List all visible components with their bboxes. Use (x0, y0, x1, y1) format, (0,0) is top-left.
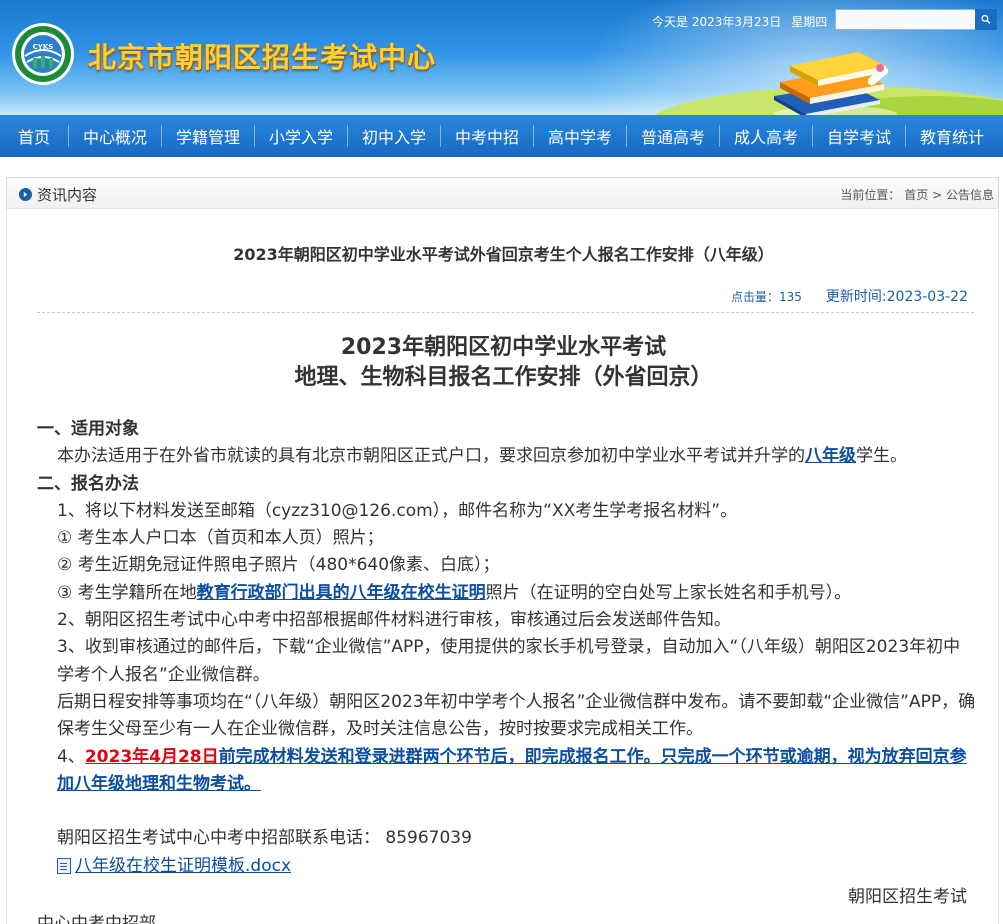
nav-item-junior-enrollment[interactable]: 初中入学 (348, 115, 440, 157)
text-run: 本办法适用于在外省市就读的具有北京市朝阳区正式户口，要求回京参加初中学业水平考试… (57, 446, 805, 467)
grade-eight-link[interactable]: 八年级 (805, 446, 856, 466)
paragraph-sub-1: ① 考生本人户口本（首页和本人页）照片； (57, 528, 384, 549)
updated-label: 更新时间: (825, 289, 887, 305)
paragraph-sub-2: ② 考生近期免冠证件照电子照片（480*640像素、白底）； (57, 555, 500, 576)
updated-date: 2023-03-22 (886, 289, 968, 305)
paragraph-item-1: 1、将以下材料发送至邮箱（cyzz310@126.com），邮件名称为“XX考生… (57, 500, 738, 521)
document-title-line2: 地理、生物科目报名工作安排（外省回京） (294, 365, 713, 390)
signature-dept: 中心中考中招部 (37, 913, 156, 924)
text-run: ③ 考生学籍所在地 (57, 582, 197, 603)
nav-item-zhongkao[interactable]: 中考中招 (441, 115, 533, 157)
breadcrumb-separator: > (932, 188, 943, 202)
article-content: 2023年朝阳区初中学业水平考试外省回京考生个人报名工作安排（八年级） 点击量：… (6, 209, 999, 924)
spacer (0, 157, 1003, 177)
hit-count-value: 135 (779, 290, 802, 304)
article-body: 一、适用对象 本办法适用于在外省市就读的具有北京市朝阳区正式户口，要求回京参加初… (37, 416, 977, 924)
hit-count: 点击量：135 (731, 290, 802, 304)
date-text: 今天是 2023年3月23日 (652, 15, 782, 29)
nav-item-home[interactable]: 首页 (0, 115, 68, 157)
site-logo[interactable]: CYKS (11, 22, 75, 86)
section-heading-method: 二、报名办法 (37, 473, 139, 494)
article-title: 2023年朝阳区初中学业水平考试外省回京考生个人报名工作安排（八年级） (233, 245, 774, 264)
nav-item-self-study-exam[interactable]: 自学考试 (813, 115, 905, 157)
text-run: 照片（在证明的空白处写上家长姓名和手机号）。 (485, 582, 852, 603)
paragraph-item-3b: 后期日程安排等事项均在“（八年级）朝阳区2023年初中学考个人报名”企业微信群中… (57, 691, 976, 740)
breadcrumb: 当前位置： 首页 > 公告信息 (840, 186, 994, 203)
nav-item-student-records[interactable]: 学籍管理 (162, 115, 254, 157)
certificate-link[interactable]: 教育行政部门出具的八年级在校生证明 (197, 583, 486, 603)
paragraph-scope: 本办法适用于在外省市就读的具有北京市朝阳区正式户口，要求回京参加初中学业水平考试… (37, 443, 977, 470)
main-nav: 首页 中心概况 学籍管理 小学入学 初中入学 中考中招 高中学考 普通高考 成人… (0, 115, 1003, 157)
hit-count-label: 点击量： (730, 290, 779, 304)
books-illustration-icon (773, 52, 897, 115)
date-display: 今天是 2023年3月23日 星期四 (652, 13, 837, 30)
text-run: 学生。 (856, 446, 907, 467)
attachment-link[interactable]: 八年级在校生证明模板.docx (57, 853, 291, 880)
search-bar (835, 9, 999, 30)
site-banner: CYKS 北京市朝阳区招生考试中心 今天是 2023年3月23日 星期四 (0, 0, 1003, 115)
dashed-divider (37, 312, 974, 313)
weekday-text: 星期四 (791, 15, 828, 29)
paragraph-item-4: 4、2023年4月28日前完成材料发送和登录进群两个环节后，即完成报名工作。只完… (37, 744, 977, 799)
breadcrumb-home-link[interactable]: 首页 (904, 188, 928, 202)
breadcrumb-bar: 资讯内容 当前位置： 首页 > 公告信息 (6, 177, 999, 209)
breadcrumb-current-link[interactable]: 公告信息 (946, 188, 994, 202)
arrow-right-icon (19, 188, 32, 201)
paragraph-item-2: 2、朝阳区招生考试中心中考中招部根据邮件材料进行审核，审核通过后会发送邮件告知。 (57, 610, 731, 631)
nav-item-gaokao[interactable]: 普通高考 (627, 115, 719, 157)
paragraph-sub-3: ③ 考生学籍所在地教育行政部门出具的八年级在校生证明照片（在证明的空白处写上家长… (37, 580, 977, 607)
search-button[interactable] (975, 9, 997, 30)
document-title: 2023年朝阳区初中学业水平考试 地理、生物科目报名工作安排（外省回京） (7, 333, 998, 393)
paragraph-item-3: 3、收到审核通过的邮件后，下载“企业微信”APP，使用提供的家长手机号登录，自动… (57, 637, 961, 685)
section-title: 资讯内容 (19, 184, 97, 205)
attachment-row: 八年级在校生证明模板.docx (37, 853, 977, 884)
nav-item-about[interactable]: 中心概况 (69, 115, 161, 157)
nav-item-primary-enrollment[interactable]: 小学入学 (255, 115, 347, 157)
logo-text: CYKS (33, 43, 54, 51)
contact-phone: 朝阳区招生考试中心中考中招部联系电话： 85967039 (57, 828, 472, 849)
document-icon (57, 858, 71, 875)
document-title-line1: 2023年朝阳区初中学业水平考试 (340, 335, 667, 360)
site-title[interactable]: 北京市朝阳区招生考试中心 (88, 36, 436, 76)
spacer-line (37, 798, 977, 825)
deadline-date: 2023年4月28日 (84, 746, 219, 767)
breadcrumb-label: 当前位置： (840, 188, 901, 202)
attachment-name: 八年级在校生证明模板.docx (75, 855, 292, 876)
signature-org: 朝阳区招生考试 (848, 886, 967, 907)
nav-item-high-school-exam[interactable]: 高中学考 (534, 115, 626, 157)
nav-item-adult-exam[interactable]: 成人高考 (720, 115, 812, 157)
search-input[interactable] (835, 9, 977, 30)
section-title-label: 资讯内容 (37, 186, 98, 204)
nav-item-education-stats[interactable]: 教育统计 (906, 115, 998, 157)
article-meta: 点击量：135 更新时间:2023-03-22 (731, 286, 968, 306)
section-heading-scope: 一、适用对象 (37, 419, 139, 439)
search-icon (981, 14, 991, 24)
text-run: 4、 (57, 746, 85, 767)
